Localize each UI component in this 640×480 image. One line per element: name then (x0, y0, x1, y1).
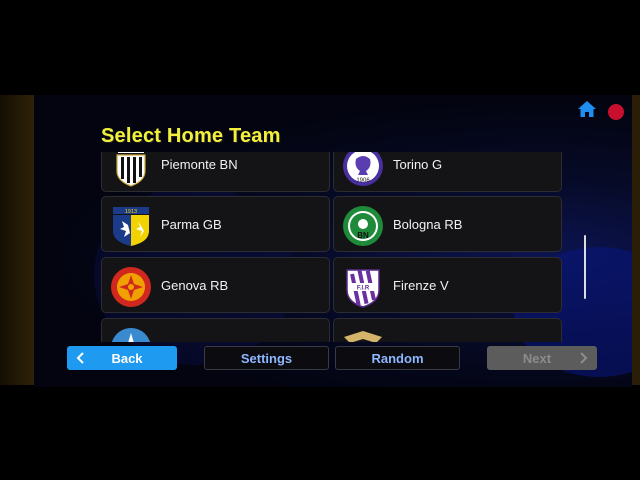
team-row (101, 318, 566, 342)
team-card-torino[interactable]: 1906 Torino G (333, 152, 562, 192)
random-label: Random (371, 350, 424, 366)
chevron-left-icon (76, 352, 84, 364)
team-card-firenze[interactable]: F.I.R Firenze V (333, 257, 562, 313)
left-bezel (0, 95, 34, 385)
home-icon[interactable] (577, 99, 597, 119)
team-card-parma[interactable]: 1913 Parma GB (101, 196, 330, 252)
team-row: 1913 Parma GB BN Bologna RB (101, 196, 566, 252)
team-row: Genova RB F.I.R Firenze V (101, 257, 566, 313)
team-card-partial[interactable] (101, 318, 330, 342)
random-button[interactable]: Random (335, 346, 460, 370)
parma-year: 1913 (125, 209, 137, 215)
piemonte-crest-icon (116, 152, 146, 187)
torino-crest-icon: 1906 (343, 152, 383, 186)
team-name: Bologna RB (393, 217, 463, 232)
settings-button[interactable]: Settings (204, 346, 329, 370)
team-card-partial[interactable] (333, 318, 562, 342)
team-card-piemonte[interactable]: Piemonte BN (101, 152, 330, 192)
page-title: Select Home Team (101, 125, 281, 147)
next-label: Next (522, 350, 552, 366)
red-circle-icon[interactable] (608, 104, 624, 120)
firenze-letters: F.I.R (357, 286, 370, 292)
torino-year: 1906 (356, 178, 370, 184)
team-list[interactable]: Piemonte BN 1906 Torino G 1913 Parma GB (101, 152, 566, 342)
team-crest-icon (344, 331, 382, 342)
team-name: Torino G (393, 157, 443, 172)
team-row: Piemonte BN 1906 Torino G (101, 152, 566, 192)
team-name: Genova RB (161, 278, 229, 293)
right-bezel (632, 95, 640, 385)
team-name: Parma GB (161, 217, 222, 232)
team-name: Piemonte BN (161, 157, 238, 172)
back-label: Back (111, 350, 143, 366)
team-name: Firenze V (393, 278, 449, 293)
bologna-letters: BN (357, 231, 369, 240)
firenze-crest-icon: F.I.R (346, 269, 380, 308)
chevron-right-icon (580, 352, 588, 364)
next-button[interactable]: Next (487, 346, 597, 370)
settings-label: Settings (240, 350, 293, 366)
back-button[interactable]: Back (67, 346, 177, 370)
genova-crest-icon (111, 267, 151, 307)
team-crest-icon (111, 328, 151, 342)
list-scrollbar[interactable] (584, 235, 586, 299)
team-card-bologna[interactable]: BN Bologna RB (333, 196, 562, 252)
parma-crest-icon: 1913 (113, 207, 149, 246)
bologna-crest-icon: BN (343, 206, 383, 246)
team-card-genova[interactable]: Genova RB (101, 257, 330, 313)
